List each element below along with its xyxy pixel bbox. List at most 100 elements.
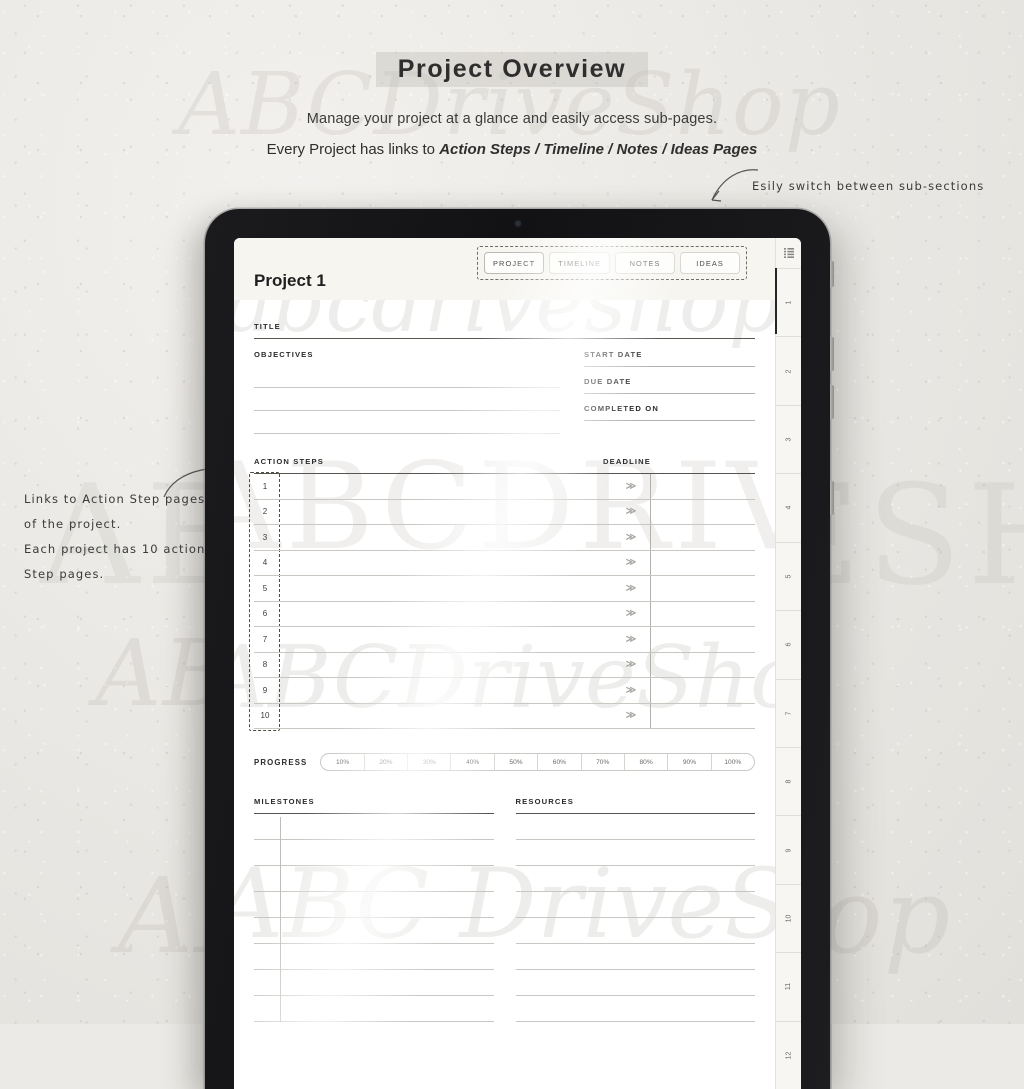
table-row[interactable]: 4 ≫: [254, 551, 755, 576]
tab-ideas[interactable]: IDEAS: [680, 252, 741, 274]
dates-group: START DATE DUE DATE COMPLETED ON: [584, 350, 755, 434]
progress-option-60[interactable]: 60%: [538, 754, 582, 770]
step-number[interactable]: 1: [254, 482, 276, 491]
due-date-label: DUE DATE: [584, 377, 632, 386]
tab-timeline[interactable]: TIMELINE: [549, 252, 611, 274]
objectives-line[interactable]: [254, 365, 560, 388]
due-date-field[interactable]: DUE DATE: [584, 377, 755, 394]
step-number[interactable]: 7: [254, 635, 276, 644]
milestones-line[interactable]: [254, 996, 494, 1022]
completed-on-field[interactable]: COMPLETED ON: [584, 404, 755, 421]
sidebar-tab-12[interactable]: 12: [776, 1020, 801, 1089]
sidebar-tab-7[interactable]: 7: [776, 678, 801, 747]
chevron-right-icon[interactable]: ≫: [611, 506, 651, 517]
step-number[interactable]: 6: [254, 609, 276, 618]
start-date-field[interactable]: START DATE: [584, 350, 755, 367]
due-date-input[interactable]: [584, 393, 755, 394]
table-row[interactable]: 5 ≫: [254, 576, 755, 602]
chevron-right-icon[interactable]: ≫: [611, 532, 651, 543]
tab-notes[interactable]: NOTES: [615, 252, 676, 274]
progress-selector[interactable]: 10% 20% 30% 40% 50% 60% 70% 80% 90% 100%: [320, 753, 755, 771]
milestones-line[interactable]: [254, 944, 494, 970]
volume-up-button[interactable]: [830, 337, 834, 371]
chevron-right-icon[interactable]: ≫: [611, 608, 651, 619]
side-button[interactable]: [830, 481, 834, 515]
objectives-line[interactable]: [254, 388, 560, 411]
objectives-line[interactable]: [254, 411, 560, 434]
step-number[interactable]: 9: [254, 686, 276, 695]
step-number[interactable]: 8: [254, 660, 276, 669]
objectives-label: OBJECTIVES: [254, 350, 314, 359]
progress-option-40[interactable]: 40%: [451, 754, 495, 770]
table-row[interactable]: 10 ≫: [254, 704, 755, 729]
chevron-right-icon[interactable]: ≫: [611, 659, 651, 670]
progress-option-70[interactable]: 70%: [582, 754, 625, 770]
sidebar-tab-4[interactable]: 4: [776, 473, 801, 541]
sidebar-tab-1[interactable]: 1: [776, 268, 801, 336]
sidebar-tab-6[interactable]: 6: [776, 610, 801, 678]
chevron-right-icon[interactable]: ≫: [611, 557, 651, 568]
chevron-right-icon[interactable]: ≫: [611, 634, 651, 645]
sidebar-tab-label: 6: [785, 642, 792, 647]
milestones-line[interactable]: [254, 840, 494, 866]
progress-option-20[interactable]: 20%: [365, 754, 409, 770]
tab-project[interactable]: PROJECT: [484, 252, 545, 274]
grid-icon[interactable]: [776, 238, 801, 268]
sidebar-tab-10[interactable]: 10: [776, 883, 801, 952]
chevron-right-icon[interactable]: ≫: [611, 710, 651, 721]
table-row[interactable]: 3 ≫: [254, 525, 755, 551]
table-row[interactable]: 8 ≫: [254, 653, 755, 678]
progress-option-90[interactable]: 90%: [668, 754, 712, 770]
progress-row: PROGRESS 10% 20% 30% 40% 50% 60% 70% 80%…: [254, 753, 755, 771]
table-row[interactable]: 1 ≫: [254, 474, 755, 500]
title-input[interactable]: [254, 338, 755, 339]
resources-line[interactable]: [515, 996, 755, 1022]
sidebar-tab-2[interactable]: 2: [776, 336, 801, 404]
completed-on-input[interactable]: [584, 420, 755, 421]
milestones-line[interactable]: [254, 918, 494, 944]
step-number[interactable]: 10: [254, 711, 276, 720]
table-row[interactable]: 9 ≫: [254, 678, 755, 704]
objectives-input[interactable]: [254, 365, 560, 434]
chevron-right-icon[interactable]: ≫: [611, 481, 651, 492]
sidebar-tab-3[interactable]: 3: [776, 404, 801, 473]
step-number[interactable]: 3: [254, 533, 276, 542]
sidebar-tab-11[interactable]: 11: [776, 952, 801, 1020]
step-number[interactable]: 2: [254, 507, 276, 516]
resources-line[interactable]: [515, 866, 755, 892]
table-row[interactable]: 7 ≫: [254, 627, 755, 653]
progress-option-50[interactable]: 50%: [495, 754, 539, 770]
heading-block: Project Overview Manage your project at …: [0, 0, 1024, 158]
progress-option-30[interactable]: 30%: [408, 754, 452, 770]
table-row[interactable]: 6 ≫: [254, 602, 755, 627]
milestones-label: MILESTONES: [254, 797, 315, 806]
step-number[interactable]: 4: [254, 558, 276, 567]
progress-option-100[interactable]: 100%: [712, 754, 754, 770]
resources-line[interactable]: [515, 918, 755, 944]
milestones-line[interactable]: [254, 814, 494, 840]
progress-option-10[interactable]: 10%: [321, 754, 365, 770]
chevron-right-icon[interactable]: ≫: [611, 583, 651, 594]
sidebar-tab-9[interactable]: 9: [776, 815, 801, 883]
sidebar-tab-8[interactable]: 8: [776, 746, 801, 815]
power-button[interactable]: [830, 261, 834, 287]
front-camera-icon: [515, 221, 520, 226]
resources-line[interactable]: [515, 840, 755, 866]
resources-line[interactable]: [515, 814, 755, 840]
resources-line[interactable]: [515, 892, 755, 918]
step-number[interactable]: 5: [254, 584, 276, 593]
progress-option-80[interactable]: 80%: [625, 754, 669, 770]
subtitle-secondary-links: Action Steps / Timeline / Notes / Ideas …: [439, 141, 758, 158]
subtitle-secondary: Every Project has links to Action Steps …: [0, 141, 1024, 158]
volume-down-button[interactable]: [830, 385, 834, 419]
resources-line[interactable]: [515, 944, 755, 970]
milestones-line[interactable]: [254, 866, 494, 892]
sidebar-tab-5[interactable]: 5: [776, 541, 801, 610]
page-header: Project 1 PROJECT TIMELINE NOTES IDEAS: [234, 238, 775, 300]
chevron-right-icon[interactable]: ≫: [611, 685, 651, 696]
start-date-input[interactable]: [584, 366, 755, 367]
table-row[interactable]: 2 ≫: [254, 500, 755, 525]
milestones-line[interactable]: [254, 892, 494, 918]
milestones-line[interactable]: [254, 970, 494, 996]
resources-line[interactable]: [515, 970, 755, 996]
